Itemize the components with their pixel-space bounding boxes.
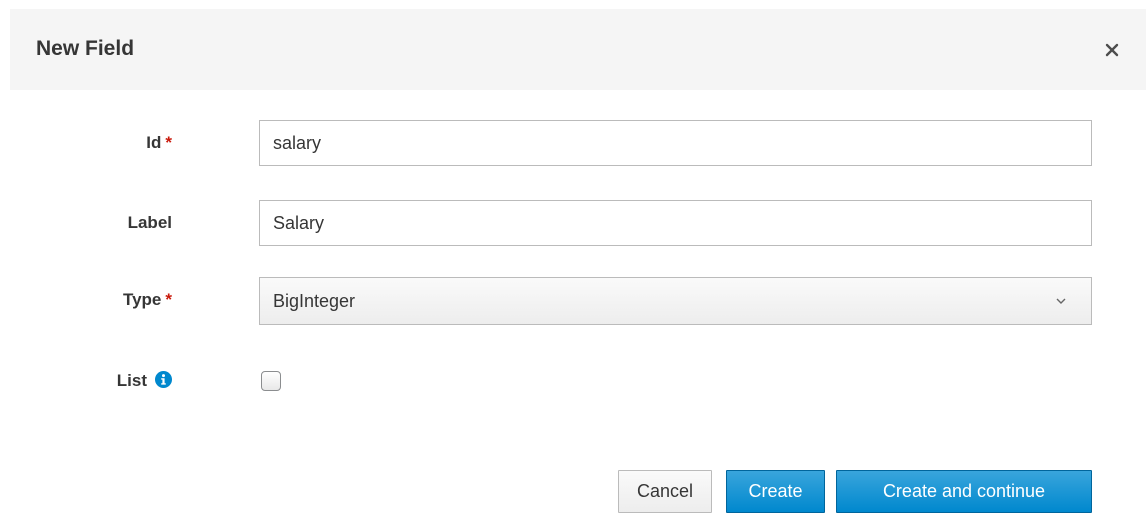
label-label: Label bbox=[128, 212, 172, 234]
create-button[interactable]: Create bbox=[726, 470, 825, 513]
list-label-text: List bbox=[116, 371, 147, 390]
id-label-text: Id bbox=[146, 133, 162, 152]
chevron-down-icon bbox=[1056, 298, 1066, 304]
info-icon[interactable] bbox=[155, 371, 172, 388]
type-label: Type * bbox=[123, 289, 172, 311]
required-marker: * bbox=[165, 290, 172, 309]
type-select[interactable]: BigInteger bbox=[259, 277, 1092, 325]
label-input[interactable] bbox=[259, 200, 1092, 246]
close-button[interactable] bbox=[1102, 40, 1122, 60]
list-label: List bbox=[117, 370, 172, 392]
cancel-button[interactable]: Cancel bbox=[618, 470, 712, 513]
dialog-title: New Field bbox=[36, 37, 135, 60]
type-label-text: Type bbox=[122, 290, 162, 309]
create-and-continue-button[interactable]: Create and continue bbox=[836, 470, 1092, 513]
list-checkbox[interactable] bbox=[261, 371, 281, 391]
type-selected-value: BigInteger bbox=[273, 291, 356, 311]
label-label-text: Label bbox=[127, 213, 172, 232]
close-icon bbox=[1105, 43, 1119, 57]
id-label: Id * bbox=[146, 132, 172, 154]
new-field-dialog: New Field Id* Label Type* BigInteger bbox=[0, 0, 1146, 513]
id-input[interactable] bbox=[259, 120, 1092, 166]
required-marker: * bbox=[165, 133, 172, 152]
dialog-header: New Field bbox=[10, 9, 1146, 90]
